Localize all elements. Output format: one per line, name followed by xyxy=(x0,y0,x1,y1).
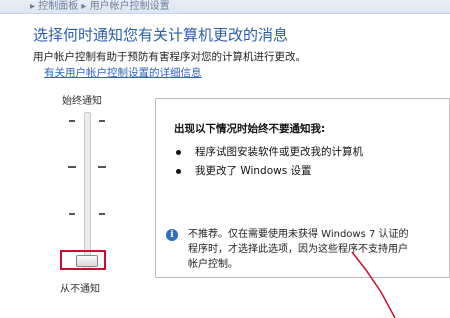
slider-tick xyxy=(99,213,105,215)
slider-bottom-label: 从不通知 xyxy=(60,284,100,295)
bullet-icon xyxy=(176,168,181,174)
page-title: 选择何时通知您有关计算机更改的消息 xyxy=(33,26,289,44)
slider-tick xyxy=(69,213,75,215)
uac-help-link[interactable]: 有关用户帐户控制设置的详细信息 xyxy=(44,65,202,80)
title-bar: ▸ 控制面板 ▸ 用户帐户控制设置 xyxy=(0,0,450,14)
slider-top-label: 始终通知 xyxy=(62,96,102,107)
list-item-text: 我更改了 Windows 设置 xyxy=(195,165,312,177)
page-description: 用户帐户控制有助于预防有害程序对您的计算机进行更改。 xyxy=(33,51,306,63)
slider-tick xyxy=(98,166,106,168)
slider-track[interactable] xyxy=(84,112,91,270)
list-item: 程序试图安装软件或更改我的计算机 xyxy=(176,144,363,159)
list-item: 我更改了 Windows 设置 xyxy=(176,163,312,178)
slider-tick xyxy=(69,120,75,122)
breadcrumb: ▸ 控制面板 ▸ 用户帐户控制设置 xyxy=(30,1,170,12)
bullet-icon xyxy=(176,149,181,155)
slider-tick xyxy=(99,120,105,122)
recommendation-note: 不推荐。仅在需要使用未获得 Windows 7 认证的程序时，才选择此选项，因为… xyxy=(188,229,409,270)
setting-description-panel: 出现以下情况时始终不要通知我: 程序试图安装软件或更改我的计算机 我更改了 Wi… xyxy=(155,98,450,278)
info-icon: i xyxy=(166,229,178,241)
list-item-text: 程序试图安装软件或更改我的计算机 xyxy=(195,146,363,158)
panel-title: 出现以下情况时始终不要通知我: xyxy=(174,123,326,135)
slider-tick xyxy=(68,166,76,168)
slider-thumb[interactable] xyxy=(76,255,98,267)
